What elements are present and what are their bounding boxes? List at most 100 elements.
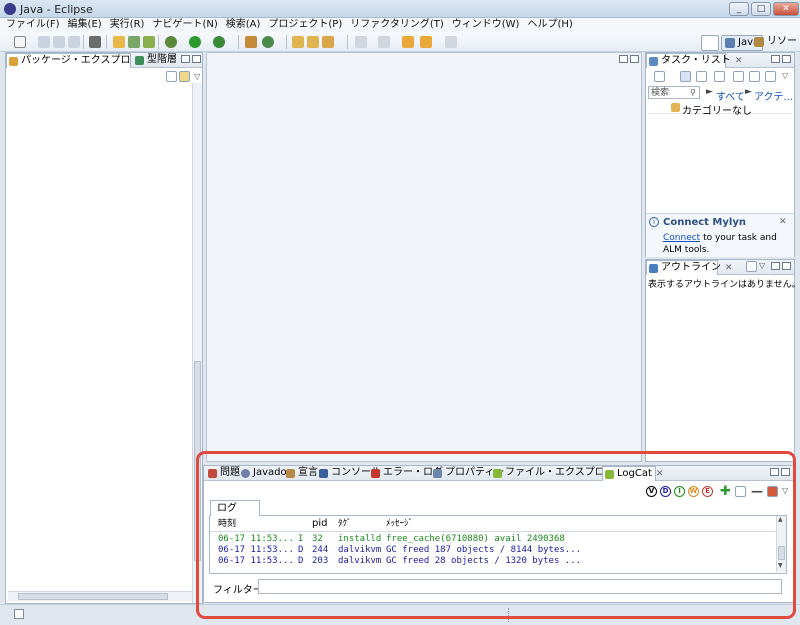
maximize-icon[interactable] [782,262,791,270]
close-icon[interactable]: ✕ [735,56,743,66]
minimize-icon[interactable] [619,55,628,63]
menu-refactor[interactable]: リファクタリング(T) [350,18,444,32]
tab-outline[interactable]: アウトライン ✕ [646,260,733,275]
annotation-icon[interactable] [355,36,367,48]
task-list-tabbar: タスク・リスト ✕ [646,53,794,68]
filter-completed-icon[interactable] [733,71,744,82]
tab-task-list-label: タスク・リスト [661,55,731,66]
search-icon: ⚲ [690,88,696,97]
filter-all-link[interactable]: すべて [716,88,745,103]
window-titlebar: Java - Eclipse _ □ ✕ [0,0,800,18]
outline-panel: アウトライン ✕ ▽ 表示するアウトラインはありません。 [645,259,800,462]
menu-project[interactable]: プロジェクト(P) [268,18,342,32]
minimize-icon[interactable] [771,55,780,63]
menu-edit[interactable]: 編集(E) [68,18,102,32]
next-annotation-icon[interactable] [378,36,390,48]
new-task-icon[interactable] [654,71,665,82]
focus-icon[interactable] [765,71,776,82]
collapse-all-icon[interactable] [166,71,177,82]
java-perspective-icon [725,38,735,48]
menu-file[interactable]: ファイル(F) [6,18,60,32]
minimize-icon[interactable] [771,262,780,270]
eclipse-icon [4,3,16,15]
minimize-icon[interactable] [181,55,190,63]
view-menu-icon[interactable]: ▽ [759,261,765,270]
outline-tool-icon[interactable] [746,261,757,272]
link-with-editor-icon[interactable] [179,71,190,82]
package-explorer-panel: パッケージ・エクスプロ✕ 型階層 ▽ [5,52,203,604]
task-search-placeholder: 検索 [651,88,670,98]
fast-view-icon[interactable] [14,609,24,619]
toolbar-separator [286,35,287,49]
category-icon [671,103,680,112]
menubar: ファイル(F) 編集(E) 実行(R) ナビゲート(N) 検索(A) プロジェク… [0,18,800,32]
open-folder-icon[interactable] [113,36,125,48]
lint-icon[interactable] [143,36,155,48]
mylyn-connect-box: i Connect Mylyn ✕ Connect to your task a… [646,213,794,257]
task-list-icon [649,57,658,66]
scrollbar-thumb[interactable] [18,593,168,600]
view-menu-icon[interactable]: ▽ [194,72,200,81]
search-icon[interactable] [322,36,334,48]
close-icon[interactable]: ✕ [725,263,733,273]
new-icon[interactable] [14,36,26,48]
category-row[interactable]: カテゴリーなし [648,102,792,117]
task-search-input[interactable]: 検索 ⚲ [648,86,700,99]
open-type-icon[interactable] [292,36,304,48]
debug-icon[interactable] [165,36,177,48]
close-icon[interactable]: ✕ [779,217,787,227]
android-sdk-icon[interactable] [89,36,101,48]
collapse-all-icon[interactable] [749,71,760,82]
resource-perspective-icon [754,37,764,47]
menu-help[interactable]: ヘルプ(H) [527,18,572,32]
menu-search[interactable]: 検索(A) [226,18,261,32]
bullet-icon: ► [706,87,713,97]
mylyn-description: Connect to your task and ALM tools. [663,232,789,256]
forward-history-icon[interactable] [420,36,432,48]
junit-icon[interactable] [128,36,140,48]
menu-run[interactable]: 実行(R) [110,18,145,32]
maximize-button[interactable]: □ [751,2,771,16]
toolbar-separator [83,35,84,49]
categorized-icon[interactable] [680,71,691,82]
menu-navigate[interactable]: ナビゲート(N) [152,18,217,32]
save-all-icon[interactable] [53,36,65,48]
run-icon[interactable] [189,36,201,48]
tab-type-hierarchy[interactable]: 型階層 [133,53,177,68]
perspective-resource-button[interactable]: リソー [751,35,800,51]
maximize-icon[interactable] [782,55,791,63]
outline-empty-message: 表示するアウトラインはありません。 [648,280,800,290]
view-menu-icon[interactable]: ▽ [782,71,788,80]
perspective-resource-label: リソー [767,36,797,47]
toolbar-separator [238,35,239,49]
print-icon[interactable] [68,36,80,48]
new-class-icon[interactable] [262,36,274,48]
filter-active-link[interactable]: アクテ... [754,88,793,103]
package-explorer-icon [9,57,18,66]
new-package-icon[interactable] [245,36,257,48]
close-button[interactable]: ✕ [773,2,799,16]
minimize-button[interactable]: _ [729,2,749,16]
info-icon: i [649,217,659,227]
mylyn-connect-link[interactable]: Connect [663,233,700,243]
tab-package-explorer-label: パッケージ・エクスプロ [21,55,131,66]
external-tools-icon[interactable] [213,36,225,48]
back-icon[interactable] [402,36,414,48]
tab-task-list[interactable]: タスク・リスト ✕ [646,53,742,68]
forward-icon[interactable] [445,36,457,48]
horizontal-scrollbar[interactable] [8,591,192,601]
category-label: カテゴリーなし [682,106,752,117]
menu-window[interactable]: ウィンドウ(W) [452,18,520,32]
synchronize-icon[interactable] [714,71,725,82]
open-task-icon[interactable] [307,36,319,48]
mylyn-title: Connect Mylyn [663,217,746,228]
tab-package-explorer[interactable]: パッケージ・エクスプロ✕ [6,53,142,68]
maximize-icon[interactable] [630,55,639,63]
toolbar-separator [158,35,159,49]
task-list-panel: タスク・リスト ✕ ▽ 検索 ⚲ ► すべて ► アクテ... カテゴリーなし i… [645,52,795,257]
outline-icon [649,264,658,273]
maximize-icon[interactable] [192,55,201,63]
open-perspective-button[interactable] [701,35,719,51]
save-icon[interactable] [38,36,50,48]
scheduled-icon[interactable] [696,71,707,82]
